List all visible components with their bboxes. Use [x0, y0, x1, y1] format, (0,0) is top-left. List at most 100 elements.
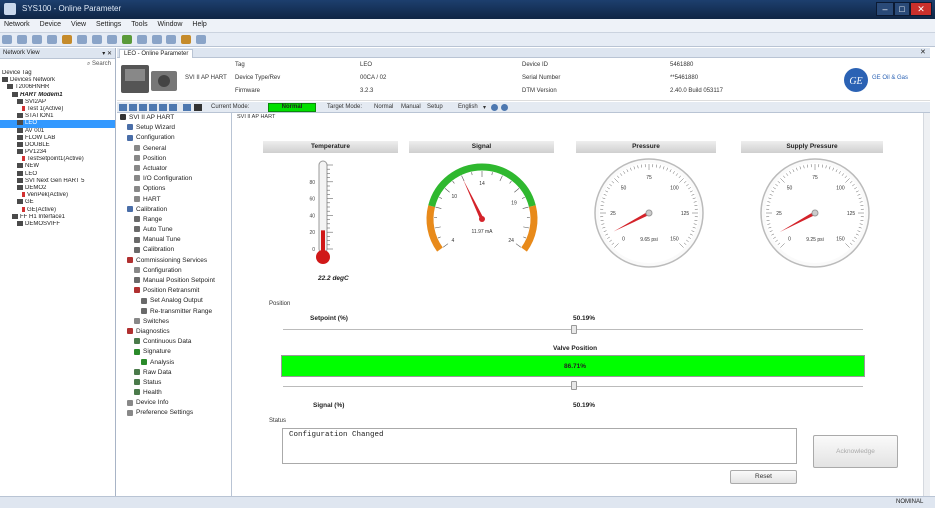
nav-item[interactable]: AV 001 — [0, 127, 115, 135]
tree-item[interactable]: Setup Wizard — [117, 123, 231, 133]
acknowledge-button[interactable]: Acknowledge — [813, 435, 898, 468]
refresh-page-icon[interactable] — [491, 104, 498, 111]
panel-scrollbar[interactable] — [923, 113, 930, 496]
menu-device[interactable]: Device — [36, 19, 65, 30]
offline-icon[interactable] — [91, 35, 102, 44]
nav-item[interactable]: STATION1 — [0, 113, 115, 120]
tree-item[interactable]: Auto Tune — [117, 225, 231, 235]
nav-item[interactable]: FLOW LAB — [0, 134, 115, 142]
nav-item[interactable]: DEMOSVIFF — [0, 220, 115, 228]
status-textbox[interactable]: Configuration Changed — [282, 428, 797, 464]
tree-item[interactable]: Health — [117, 388, 231, 398]
tree-item[interactable]: Commissioning Services — [117, 256, 231, 266]
print-icon[interactable] — [106, 35, 117, 44]
nav-item[interactable]: T2006HNHR — [0, 84, 115, 91]
nav-item[interactable]: FF H1 Interface1 — [0, 213, 115, 221]
network-search[interactable]: ⌕ Search — [0, 59, 115, 70]
nav-item[interactable]: SVI2AP — [0, 98, 115, 106]
tree-item[interactable]: General — [117, 144, 231, 154]
compare-icon[interactable] — [159, 104, 167, 111]
reset-button[interactable]: Reset — [730, 470, 797, 484]
nav-item[interactable]: NEW — [0, 163, 115, 170]
tree-item[interactable]: Calibration — [117, 245, 231, 255]
grid-icon[interactable] — [129, 104, 137, 111]
menu-help[interactable]: Help — [188, 19, 210, 30]
nav-item[interactable]: Test 1(Active) — [0, 105, 115, 113]
nav-item[interactable]: DOUBLE — [0, 141, 115, 149]
nav-item[interactable]: Device Tag — [0, 70, 115, 77]
nav-item[interactable]: LEO — [0, 120, 115, 128]
nav-item[interactable]: VeriPek(Active) — [0, 192, 115, 199]
menu-tools[interactable]: Tools — [127, 19, 151, 30]
tree-toggle-icon[interactable] — [183, 104, 191, 111]
upload-icon[interactable] — [31, 35, 42, 44]
maximize-button[interactable]: □ — [894, 2, 910, 16]
folder-icon[interactable] — [181, 35, 192, 44]
delete-icon[interactable] — [136, 35, 147, 44]
menu-network[interactable]: Network — [0, 19, 34, 30]
export-icon[interactable] — [169, 104, 177, 111]
nav-item[interactable]: TestSetpoint1(Active) — [0, 156, 115, 163]
tab-online-parameter[interactable]: LEO - Online Parameter — [119, 49, 194, 58]
tree-item[interactable]: Range — [117, 215, 231, 225]
nav-item[interactable]: LEO — [0, 170, 115, 178]
tree-item[interactable]: Manual Position Setpoint — [117, 276, 231, 286]
menu-settings[interactable]: Settings — [92, 19, 125, 30]
stop-icon[interactable] — [194, 104, 202, 111]
print-page-icon[interactable] — [149, 104, 157, 111]
tree-item[interactable]: Actuator — [117, 164, 231, 174]
add-device-icon[interactable] — [121, 35, 132, 44]
tree-item[interactable]: Configuration — [117, 266, 231, 276]
tree-item[interactable]: Analysis — [117, 358, 231, 368]
help-icon[interactable] — [196, 35, 207, 44]
info-icon[interactable] — [501, 104, 508, 111]
tree-item[interactable]: Manual Tune — [117, 235, 231, 245]
nav-item[interactable]: GE — [0, 199, 115, 206]
properties-icon[interactable] — [151, 35, 162, 44]
tree-item[interactable]: I/O Configuration — [117, 174, 231, 184]
nav-item[interactable]: GE(Active) — [0, 206, 115, 214]
tree-item[interactable]: SVI II AP HART — [117, 113, 231, 123]
tree-item[interactable]: Position Retransmit — [117, 286, 231, 296]
tree-item[interactable]: Signature — [117, 347, 231, 357]
disconnect-icon[interactable] — [16, 35, 27, 44]
signal-slider[interactable] — [571, 381, 578, 390]
mode-setup-button[interactable]: Setup — [427, 104, 443, 110]
minimize-button[interactable]: – — [876, 2, 894, 16]
scan-icon[interactable] — [166, 35, 177, 44]
close-button[interactable]: ✕ — [910, 2, 932, 16]
tree-item[interactable]: Diagnostics — [117, 327, 231, 337]
tree-item[interactable]: Device Info — [117, 398, 231, 408]
pin-icon[interactable]: ▾ ✕ — [102, 50, 112, 57]
view-icon[interactable] — [119, 104, 127, 111]
save-icon[interactable] — [139, 104, 147, 111]
tree-item[interactable]: Calibration — [117, 205, 231, 215]
chevron-down-icon[interactable]: ▾ — [483, 104, 486, 111]
tree-item[interactable]: Configuration — [117, 133, 231, 143]
menu-window[interactable]: Window — [154, 19, 187, 30]
tree-item[interactable]: Continuous Data — [117, 337, 231, 347]
language-select[interactable]: English — [458, 104, 478, 110]
close-tab-icon[interactable]: ✕ — [920, 48, 926, 56]
tree-item[interactable]: Status — [117, 378, 231, 388]
tree-item[interactable]: Position — [117, 154, 231, 164]
tree-item[interactable]: Re-transmitter Range — [117, 307, 231, 317]
nav-item[interactable]: DEMO2 — [0, 185, 115, 192]
tree-item[interactable]: Switches — [117, 317, 231, 327]
mode-manual-button[interactable]: Manual — [401, 104, 421, 110]
tree-item[interactable]: Preference Settings — [117, 408, 231, 418]
connect-icon[interactable] — [2, 35, 12, 44]
tree-item[interactable]: Set Analog Output — [117, 296, 231, 306]
refresh-icon[interactable] — [61, 35, 72, 44]
tree-item[interactable]: Options — [117, 184, 231, 194]
nav-item[interactable]: Devices Network — [0, 77, 115, 84]
nav-item[interactable]: HART Modem1 — [0, 91, 115, 99]
nav-item[interactable]: PV1234 — [0, 149, 115, 156]
setpoint-slider[interactable] — [571, 325, 578, 334]
download-icon[interactable] — [46, 35, 57, 44]
nav-item[interactable]: SVI Next Gen HART 5 — [0, 177, 115, 185]
menu-view[interactable]: View — [67, 19, 90, 30]
tree-item[interactable]: HART — [117, 195, 231, 205]
tree-item[interactable]: Raw Data — [117, 368, 231, 378]
mode-normal-button[interactable]: Normal — [374, 104, 393, 110]
